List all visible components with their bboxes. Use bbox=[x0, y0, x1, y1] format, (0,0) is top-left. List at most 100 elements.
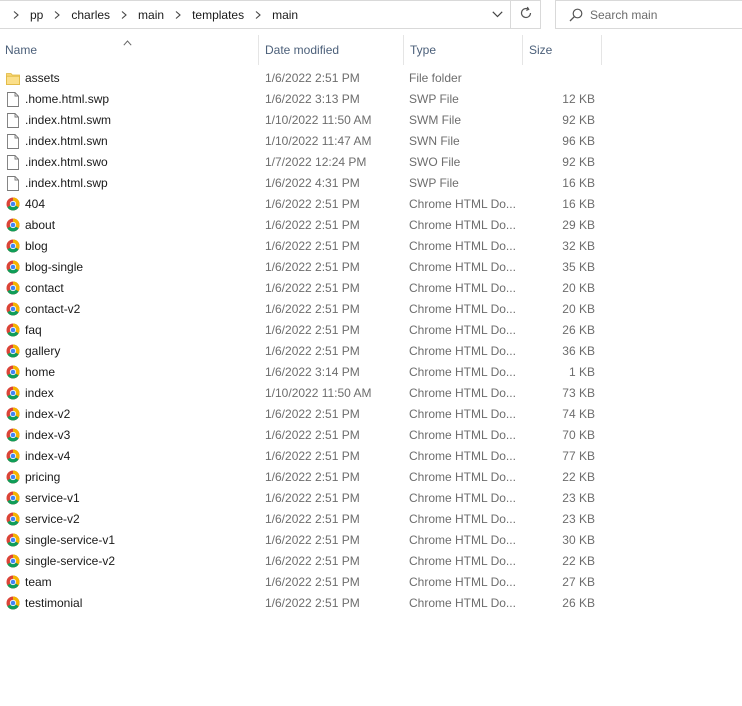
column-header-type[interactable]: Type bbox=[410, 33, 520, 66]
file-size: 16 KB bbox=[562, 197, 595, 211]
file-row[interactable]: team 1/6/2022 2:51 PM Chrome HTML Do... 27 … bbox=[0, 572, 742, 593]
file-type: Chrome HTML Do... bbox=[409, 260, 516, 274]
file-row[interactable]: blog 1/6/2022 2:51 PM Chrome HTML Do... 32 … bbox=[0, 236, 742, 257]
chrome-icon bbox=[5, 364, 21, 380]
file-name: service-v2 bbox=[25, 512, 80, 526]
file-size: 74 KB bbox=[562, 407, 595, 421]
file-row[interactable]: .index.html.swp 1/6/2022 4:31 PM SWP File 1… bbox=[0, 173, 742, 194]
chrome-icon bbox=[5, 322, 21, 338]
file-name: .index.html.swo bbox=[25, 155, 108, 169]
file-name: .index.html.swp bbox=[25, 176, 108, 190]
column-header-date[interactable]: Date modified bbox=[265, 33, 401, 66]
file-date-modified: 1/6/2022 2:51 PM bbox=[265, 218, 360, 232]
search-box[interactable] bbox=[555, 0, 742, 29]
file-row[interactable]: service-v2 1/6/2022 2:51 PM Chrome HTML Do… bbox=[0, 509, 742, 530]
column-header-size[interactable]: Size bbox=[529, 33, 599, 66]
file-row[interactable]: about 1/6/2022 2:51 PM Chrome HTML Do... 29… bbox=[0, 215, 742, 236]
chevron-right-icon[interactable] bbox=[116, 7, 132, 23]
file-row[interactable]: single-service-v2 1/6/2022 2:51 PM Chrome … bbox=[0, 551, 742, 572]
file-type: Chrome HTML Do... bbox=[409, 239, 516, 253]
chrome-icon bbox=[5, 427, 21, 443]
file-row[interactable]: gallery 1/6/2022 2:51 PM Chrome HTML Do...… bbox=[0, 341, 742, 362]
file-row[interactable]: 404 1/6/2022 2:51 PM Chrome HTML Do... 16 K… bbox=[0, 194, 742, 215]
file-name: single-service-v1 bbox=[25, 533, 116, 547]
file-type: SWP File bbox=[409, 176, 459, 190]
file-name: single-service-v2 bbox=[25, 554, 116, 568]
file-row[interactable]: blog-single 1/6/2022 2:51 PM Chrome HTML D… bbox=[0, 257, 742, 278]
file-row[interactable]: contact 1/6/2022 2:51 PM Chrome HTML Do...… bbox=[0, 278, 742, 299]
breadcrumb-item[interactable]: pp bbox=[27, 8, 46, 22]
file-row[interactable]: service-v1 1/6/2022 2:51 PM Chrome HTML Do… bbox=[0, 488, 742, 509]
file-type: Chrome HTML Do... bbox=[409, 407, 516, 421]
file-type: SWP File bbox=[409, 92, 459, 106]
file-date-modified: 1/6/2022 2:51 PM bbox=[265, 491, 360, 505]
chevron-down-icon[interactable] bbox=[484, 1, 510, 28]
file-size: 12 KB bbox=[562, 92, 595, 106]
file-row[interactable]: faq 1/6/2022 2:51 PM Chrome HTML Do... 26 K… bbox=[0, 320, 742, 341]
file-row[interactable]: assets 1/6/2022 2:51 PM File folder bbox=[0, 68, 742, 89]
file-date-modified: 1/10/2022 11:50 AM bbox=[265, 113, 372, 127]
file-name: home bbox=[25, 365, 56, 379]
breadcrumb-item[interactable]: templates bbox=[189, 8, 247, 22]
file-name: contact bbox=[25, 281, 64, 295]
file-name: index-v3 bbox=[25, 428, 71, 442]
file-row[interactable]: .index.html.swm 1/10/2022 11:50 AM SWM Fil… bbox=[0, 110, 742, 131]
refresh-button[interactable] bbox=[511, 0, 541, 29]
file-icon bbox=[5, 112, 21, 128]
file-size: 32 KB bbox=[562, 239, 595, 253]
address-bar[interactable]: pp charles main templates main bbox=[0, 0, 511, 29]
file-row[interactable]: single-service-v1 1/6/2022 2:51 PM Chrome … bbox=[0, 530, 742, 551]
chrome-icon bbox=[5, 490, 21, 506]
file-row[interactable]: .index.html.swo 1/7/2022 12:24 PM SWO File… bbox=[0, 152, 742, 173]
file-icon bbox=[5, 154, 21, 170]
file-size: 22 KB bbox=[562, 554, 595, 568]
search-input[interactable] bbox=[590, 7, 730, 22]
file-name: team bbox=[25, 575, 52, 589]
file-size: 70 KB bbox=[562, 428, 595, 442]
file-type: Chrome HTML Do... bbox=[409, 554, 516, 568]
chrome-icon bbox=[5, 385, 21, 401]
file-type: Chrome HTML Do... bbox=[409, 512, 516, 526]
file-date-modified: 1/6/2022 4:31 PM bbox=[265, 176, 360, 190]
breadcrumb-item[interactable]: main bbox=[269, 8, 301, 22]
refresh-icon bbox=[519, 6, 533, 23]
file-date-modified: 1/6/2022 3:13 PM bbox=[265, 92, 360, 106]
file-date-modified: 1/6/2022 2:51 PM bbox=[265, 260, 360, 274]
file-row[interactable]: index 1/10/2022 11:50 AM Chrome HTML Do...… bbox=[0, 383, 742, 404]
file-date-modified: 1/6/2022 2:51 PM bbox=[265, 533, 360, 547]
file-row[interactable]: testimonial 1/6/2022 2:51 PM Chrome HTML D… bbox=[0, 593, 742, 614]
chrome-icon bbox=[5, 553, 21, 569]
file-type: Chrome HTML Do... bbox=[409, 596, 516, 610]
breadcrumb-item[interactable]: charles bbox=[68, 8, 113, 22]
file-row[interactable]: home 1/6/2022 3:14 PM Chrome HTML Do... 1 K… bbox=[0, 362, 742, 383]
breadcrumb-item[interactable]: main bbox=[135, 8, 167, 22]
file-row[interactable]: index-v2 1/6/2022 2:51 PM Chrome HTML Do..… bbox=[0, 404, 742, 425]
chrome-icon bbox=[5, 259, 21, 275]
chevron-right-icon[interactable] bbox=[49, 7, 65, 23]
file-row[interactable]: .home.html.swp 1/6/2022 3:13 PM SWP File 12… bbox=[0, 89, 742, 110]
file-row[interactable]: pricing 1/6/2022 2:51 PM Chrome HTML Do...… bbox=[0, 467, 742, 488]
file-size: 26 KB bbox=[562, 323, 595, 337]
column-divider[interactable] bbox=[522, 35, 523, 65]
file-row[interactable]: contact-v2 1/6/2022 2:51 PM Chrome HTML Do… bbox=[0, 299, 742, 320]
file-row[interactable]: .index.html.swn 1/10/2022 11:47 AM SWN Fil… bbox=[0, 131, 742, 152]
column-divider[interactable] bbox=[403, 35, 404, 65]
column-divider[interactable] bbox=[601, 35, 602, 65]
chevron-right-icon[interactable] bbox=[170, 7, 186, 23]
chevron-right-icon[interactable] bbox=[250, 7, 266, 23]
file-name: gallery bbox=[25, 344, 61, 358]
breadcrumb: pp charles main templates main bbox=[0, 1, 484, 28]
file-row[interactable]: index-v3 1/6/2022 2:51 PM Chrome HTML Do..… bbox=[0, 425, 742, 446]
file-size: 92 KB bbox=[562, 155, 595, 169]
navigation-bar: pp charles main templates main bbox=[0, 0, 742, 30]
file-type: Chrome HTML Do... bbox=[409, 533, 516, 547]
file-type: Chrome HTML Do... bbox=[409, 344, 516, 358]
file-size: 26 KB bbox=[562, 596, 595, 610]
chevron-right-icon[interactable] bbox=[8, 7, 24, 23]
chrome-icon bbox=[5, 574, 21, 590]
column-divider[interactable] bbox=[258, 35, 259, 65]
file-type: Chrome HTML Do... bbox=[409, 281, 516, 295]
column-header-type-label: Type bbox=[410, 42, 437, 57]
file-size: 29 KB bbox=[562, 218, 595, 232]
file-row[interactable]: index-v4 1/6/2022 2:51 PM Chrome HTML Do..… bbox=[0, 446, 742, 467]
